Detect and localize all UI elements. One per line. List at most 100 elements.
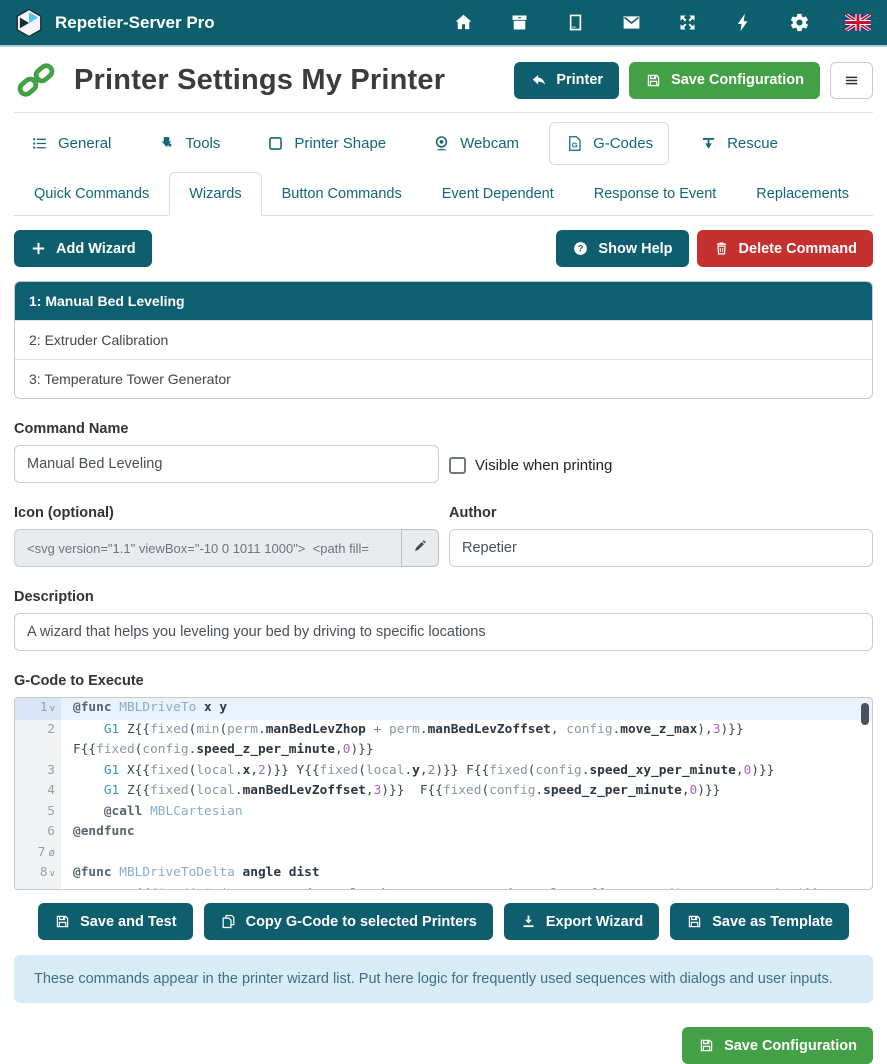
button-label: Save and Test <box>80 914 176 930</box>
editor-scrollbar-thumb[interactable] <box>861 703 869 725</box>
line-number: 9 <box>47 885 55 891</box>
subtab-wizards[interactable]: Wizards <box>169 172 261 216</box>
subtab-quick-commands[interactable]: Quick Commands <box>14 172 169 216</box>
language-flag-icon[interactable] <box>845 14 871 31</box>
description-label: Description <box>14 589 873 605</box>
button-label: Copy G-Code to selected Printers <box>246 914 477 930</box>
line-number: 4 <box>47 781 55 802</box>
tab-label: General <box>58 135 111 152</box>
printer-icon[interactable] <box>565 12 586 33</box>
editor-line[interactable]: 2 G1 Z{{fixed(min(perm.manBedLevZhop + p… <box>15 720 872 741</box>
edit-icon-button[interactable] <box>401 529 439 567</box>
settings-tabs: General Tools Printer Shape Webcam GG-Codes R… <box>14 122 873 165</box>
printer-back-button[interactable]: Printer <box>514 62 619 99</box>
save-icon <box>698 1037 715 1054</box>
fold-arrow-icon[interactable]: v <box>50 704 55 714</box>
export-wizard-button[interactable]: Export Wizard <box>504 903 659 940</box>
tab-rescue[interactable]: Rescue <box>683 122 794 165</box>
editor-line[interactable]: 8v@func MBLDriveToDelta angle dist <box>15 863 872 885</box>
editor-line[interactable]: 3 G1 X{{fixed(local.x,2)}} Y{{fixed(loca… <box>15 761 872 782</box>
editor-code: G1 Z{{fixed(min(perm.manBedLevZhop + per… <box>61 720 872 741</box>
author-input[interactable] <box>449 529 873 567</box>
editor-gutter-cell: 1v <box>15 698 61 720</box>
visible-when-printing-checkbox[interactable] <box>449 457 466 474</box>
tab-webcam[interactable]: Webcam <box>416 122 535 165</box>
editor-gutter-cell: 6 <box>15 822 61 843</box>
trash-icon <box>713 240 730 257</box>
wizard-list-item-2[interactable]: 2: Extruder Calibration <box>15 320 872 359</box>
editor-code: G1 Z{{fixed(local.manBedLevZoffset,3)}} … <box>61 781 872 802</box>
line-number: 6 <box>47 822 55 843</box>
button-label: Export Wizard <box>546 914 643 930</box>
hamburger-icon <box>843 72 860 89</box>
brand-title: Repetier-Server Pro <box>55 13 215 33</box>
tab-label: Tools <box>185 135 220 152</box>
editor-line[interactable]: 4 G1 Z{{fixed(local.manBedLevZoffset,3)}… <box>15 781 872 802</box>
line-number: 7 <box>38 843 46 864</box>
line-number: 8 <box>40 863 48 884</box>
add-wizard-button[interactable]: Add Wizard <box>14 230 152 267</box>
line-number: 3 <box>47 761 55 782</box>
webcam-icon <box>432 134 451 153</box>
delete-command-button[interactable]: Delete Command <box>697 230 873 267</box>
save-and-test-button[interactable]: Save and Test <box>38 903 192 940</box>
save-configuration-button-bottom[interactable]: Save Configuration <box>682 1027 873 1064</box>
editor-line[interactable]: F{{fixed(config.speed_z_per_minute,0)}} <box>15 740 872 761</box>
line-number: 1 <box>40 698 48 719</box>
editor-gutter-cell: 3 <box>15 761 61 782</box>
editor-code: @call MBLCartesian <box>61 802 872 823</box>
plus-icon <box>30 240 47 257</box>
subtab-button-commands[interactable]: Button Commands <box>262 172 422 216</box>
subtab-replacements[interactable]: Replacements <box>736 172 869 216</box>
editor-code <box>61 843 872 864</box>
copy-icon <box>220 913 237 930</box>
tab-printer-shape[interactable]: Printer Shape <box>250 122 402 165</box>
home-icon[interactable] <box>453 12 474 33</box>
top-navbar: Repetier-Server Pro <box>0 0 887 47</box>
editor-line[interactable]: 5 @call MBLCartesian <box>15 802 872 823</box>
subtab-event-dependent[interactable]: Event Dependent <box>422 172 574 216</box>
command-name-label: Command Name <box>14 421 439 437</box>
author-label: Author <box>449 505 873 521</box>
subtab-response-to-event[interactable]: Response to Event <box>574 172 737 216</box>
gcode-file-icon: G <box>565 134 584 153</box>
icon-svg-input[interactable] <box>14 529 401 567</box>
tab-general[interactable]: General <box>14 122 127 165</box>
command-name-input[interactable] <box>14 445 439 483</box>
save-icon <box>686 913 703 930</box>
editor-code: @endfunc <box>61 822 872 843</box>
editor-line[interactable]: 1v@func MBLDriveTo x y <box>15 698 872 720</box>
icon-label: Icon (optional) <box>14 505 439 521</box>
quick-commands-icon[interactable] <box>733 12 754 33</box>
editor-line[interactable]: 6 @endfunc <box>15 822 872 843</box>
fullscreen-icon[interactable] <box>677 12 698 33</box>
gcode-editor[interactable]: 1v@func MBLDriveTo x y2 G1 Z{{fixed(min(… <box>14 697 873 890</box>
save-configuration-button-top[interactable]: Save Configuration <box>629 62 820 99</box>
link-icon <box>14 58 58 102</box>
fold-arrow-icon[interactable]: v <box>50 869 55 879</box>
visible-when-printing-label: Visible when printing <box>475 457 612 474</box>
copy-g-code-to-selected-printers-button[interactable]: Copy G-Code to selected Printers <box>204 903 493 940</box>
tab-g-codes[interactable]: GG-Codes <box>549 122 669 165</box>
show-help-button[interactable]: ? Show Help <box>556 230 688 267</box>
global-settings-icon[interactable] <box>789 12 810 33</box>
tab-tools[interactable]: Tools <box>141 122 236 165</box>
wizard-actions: Save and Test Copy G-Code to selected Pri… <box>14 903 873 940</box>
svg-text:?: ? <box>578 244 584 254</box>
page-header: Printer Settings My Printer Printer Save… <box>14 47 873 113</box>
save-as-template-button[interactable]: Save as Template <box>670 903 849 940</box>
editor-gutter-cell: 7ø <box>15 843 61 864</box>
messages-icon[interactable] <box>621 12 642 33</box>
storage-box-icon[interactable] <box>509 12 530 33</box>
wizard-list-item-1[interactable]: 1: Manual Bed Leveling <box>15 282 872 320</box>
editor-code: F{{fixed(config.speed_z_per_minute,0)}} <box>61 740 872 761</box>
repetier-logo-icon <box>14 8 44 38</box>
download-icon <box>520 913 537 930</box>
editor-line[interactable]: 9 G1 Z{{fixed(min(perm.manBedLevDeltaZho… <box>15 885 872 891</box>
editor-line[interactable]: 7ø <box>15 843 872 864</box>
wizard-list-item-3[interactable]: 3: Temperature Tower Generator <box>15 359 872 398</box>
description-input[interactable] <box>14 613 873 651</box>
back-arrow-icon <box>530 72 547 89</box>
save-icon <box>645 72 662 89</box>
menu-button[interactable] <box>830 62 873 99</box>
